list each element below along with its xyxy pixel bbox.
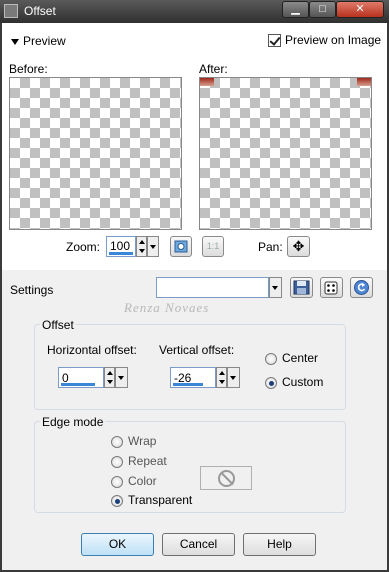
zoom-value: 100 [110,239,131,253]
spin-down-icon [219,380,225,384]
maximize-button[interactable]: □ [309,1,336,18]
settings-preset-combo[interactable] [156,277,269,298]
radio-off-icon [111,455,123,468]
edge-mode-group-title: Edge mode [40,415,106,429]
vertical-offset-dropdown[interactable] [227,367,240,388]
after-label: After: [199,62,228,76]
randomize-icon [324,281,338,295]
wrap-label: Wrap [128,434,157,448]
pan-label: Pan: [258,240,283,254]
vertical-offset-slider-bar [173,383,203,386]
pan-icon: ✥ [292,238,305,254]
preview-on-image-checkbox[interactable]: Preview on Image [268,33,382,48]
dropdown-arrow-icon [150,245,156,249]
window-title: Offset [24,4,56,18]
save-preset-icon [293,280,310,295]
zoom-label: Zoom: [66,240,101,254]
before-preview[interactable] [9,77,182,230]
custom-label: Custom [282,375,324,389]
zoom-fit-icon [174,240,188,253]
radio-off-icon [111,475,123,488]
zoom-input[interactable]: 100 [106,236,136,257]
minimize-button[interactable]: ▁ [282,1,309,18]
reset-icon [354,280,369,295]
radio-off-icon [111,435,123,448]
zoom-spinner[interactable] [136,236,147,257]
after-edge-right [357,78,371,86]
radio-on-icon [265,376,277,389]
vertical-offset-spinner[interactable] [216,367,227,388]
watermark: Renza Novaes [124,300,210,315]
preview-on-image-label: Preview on Image [285,33,382,47]
horizontal-offset-slider-bar [61,383,95,386]
before-label: Before: [9,62,48,76]
vertical-offset-label: Vertical offset: [159,343,235,357]
ok-button[interactable]: OK [81,533,154,556]
wrap-radio[interactable]: Wrap [111,434,156,448]
spin-up-icon [219,371,225,375]
color-label: Color [128,474,157,488]
dropdown-arrow-icon [230,376,236,380]
zoom-dropdown[interactable] [147,236,159,257]
repeat-radio[interactable]: Repeat [111,454,167,468]
pan-button[interactable]: ✥ [287,236,310,257]
spin-down-icon [139,249,145,253]
cancel-button[interactable]: Cancel [162,533,235,556]
zoom-1to1-button[interactable]: 1:1 [202,236,224,257]
horizontal-offset-spinner[interactable] [104,367,115,388]
title-bar: Offset ▁ □ ✕ [0,0,389,23]
checkbox-checked-icon [268,34,281,48]
edge-color-swatch[interactable] [200,466,252,490]
settings-label: Settings [10,283,54,297]
spin-up-icon [107,371,113,375]
help-button[interactable]: Help [243,533,316,556]
transparent-label: Transparent [128,493,193,507]
radio-off-icon [265,352,277,365]
vertical-offset-input[interactable]: -26 [170,367,216,388]
collapse-triangle-icon [11,38,19,45]
zoom-fit-button[interactable] [170,236,192,257]
center-label: Center [282,351,319,365]
preview-toggle-label: Preview [23,34,66,48]
randomize-button[interactable] [320,277,343,298]
close-button[interactable]: ✕ [336,1,384,18]
spin-up-icon [139,240,145,244]
transparent-radio[interactable]: Transparent [111,493,192,507]
radio-on-icon [111,494,123,507]
dropdown-arrow-icon [118,376,124,380]
no-color-icon [218,470,235,487]
repeat-label: Repeat [128,454,167,468]
custom-radio[interactable]: Custom [265,375,323,389]
spin-down-icon [107,380,113,384]
preview-toggle[interactable]: Preview [11,34,66,48]
app-icon [4,4,18,18]
center-radio[interactable]: Center [265,351,318,365]
zoom-slider-bar [109,252,133,255]
color-radio[interactable]: Color [111,474,157,488]
after-edge-left [200,78,214,86]
save-preset-button[interactable] [290,277,313,298]
horizontal-offset-input[interactable]: 0 [58,367,104,388]
horizontal-offset-label: Horizontal offset: [47,343,137,357]
horizontal-offset-dropdown[interactable] [115,367,128,388]
after-preview[interactable] [199,77,372,230]
offset-group-title: Offset [40,318,76,332]
dropdown-arrow-icon [272,286,278,290]
settings-dropdown[interactable] [269,277,282,298]
reset-button[interactable] [350,277,373,298]
